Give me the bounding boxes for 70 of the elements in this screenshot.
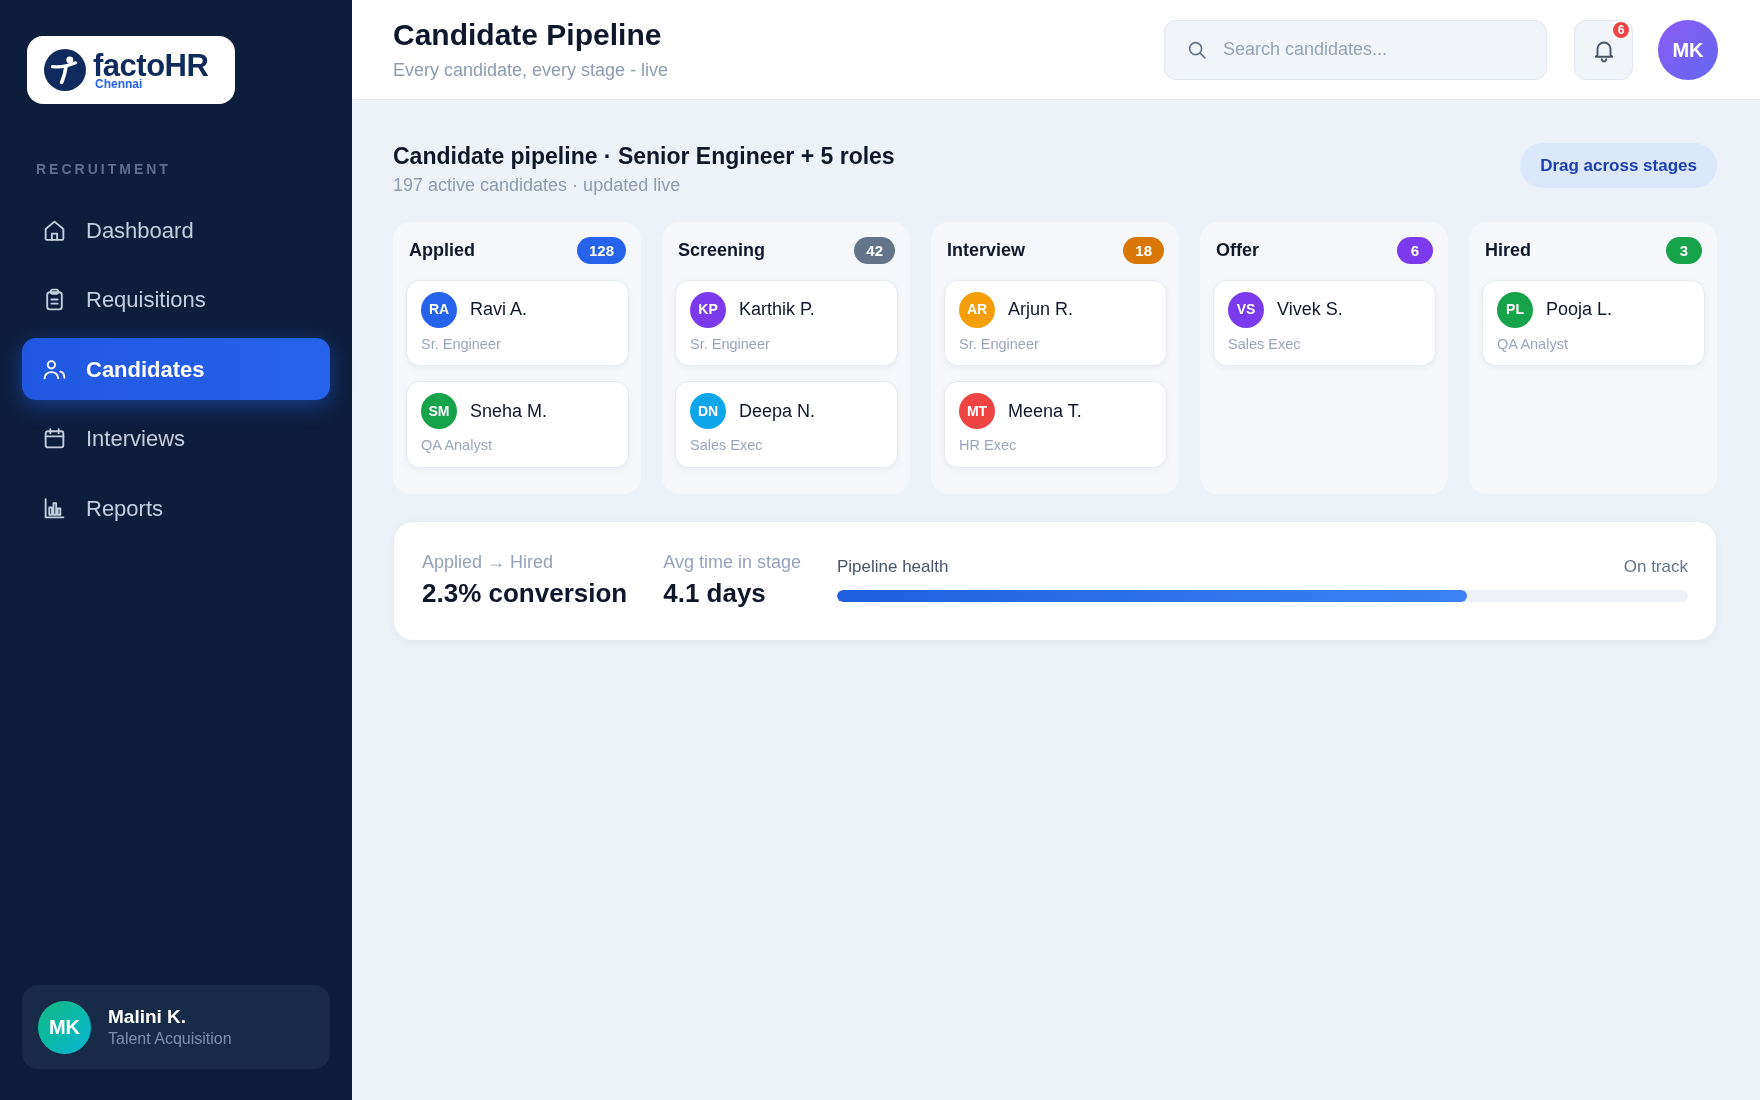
candidate-avatar: SM xyxy=(421,393,457,430)
candidate-card[interactable]: DN Deepa N. Sales Exec xyxy=(675,381,898,468)
stage-count: 128 xyxy=(576,237,626,265)
health-status: On track xyxy=(1623,556,1688,578)
stage-title: Interview xyxy=(947,239,1026,263)
logo-icon xyxy=(44,49,86,91)
stage-title: Offer xyxy=(1216,239,1259,263)
stage-count: 18 xyxy=(1123,237,1164,265)
candidate-role: Sales Exec xyxy=(690,437,764,455)
stage-title: Screening xyxy=(678,239,766,263)
user-name: Malini K. xyxy=(108,1006,188,1029)
stage-count: 6 xyxy=(1397,237,1433,265)
candidate-name: Ravi A. xyxy=(470,298,528,322)
candidate-card[interactable]: RA Ravi A. Sr. Engineer xyxy=(406,280,629,367)
candidate-avatar: RA xyxy=(421,292,457,328)
search-field[interactable]: Search candidates... xyxy=(1164,19,1547,80)
stage-title: Applied xyxy=(409,239,475,263)
user-avatar: MK xyxy=(38,1000,91,1054)
candidate-name: Sneha M. xyxy=(470,399,548,423)
candidate-name: Deepa N. xyxy=(739,399,816,423)
stage-count: 3 xyxy=(1666,237,1702,265)
sidebar-item[interactable]: Dashboard xyxy=(22,199,330,261)
candidate-name: Vivek S. xyxy=(1277,298,1343,322)
stat-value: 2.3% conversion xyxy=(422,577,628,610)
user-role: Talent Acquisition xyxy=(108,1028,232,1048)
sidebar-item[interactable]: Interviews xyxy=(22,407,330,470)
candidate-avatar: DN xyxy=(690,393,726,430)
candidate-card[interactable]: AR Arjun R. Sr. Engineer xyxy=(944,280,1167,367)
candidate-role: Sr. Engineer xyxy=(959,336,1040,354)
stat-label: Avg time in stage xyxy=(663,551,801,574)
stage-count: 42 xyxy=(854,237,895,265)
candidate-avatar: KP xyxy=(690,292,726,328)
candidate-name: Pooja L. xyxy=(1546,298,1613,322)
calendar-icon xyxy=(42,426,67,451)
drag-hint: Drag across stages xyxy=(1520,143,1717,189)
stat-value: 4.1 days xyxy=(663,577,767,610)
candidate-name: Meena T. xyxy=(1008,399,1082,423)
candidate-role: Sr. Engineer xyxy=(690,336,771,354)
page-subtitle: Every candidate, every stage - live xyxy=(393,58,669,82)
profile-avatar[interactable]: MK xyxy=(1658,19,1718,80)
section-subtitle: 197 active candidates · updated live xyxy=(393,173,682,197)
candidate-role: Sales Exec xyxy=(1228,336,1302,354)
candidate-card[interactable]: SM Sneha M. QA Analyst xyxy=(406,381,629,468)
candidate-avatar: MT xyxy=(959,393,995,430)
candidate-name: Arjun R. xyxy=(1008,298,1074,322)
candidate-avatar: AR xyxy=(959,292,995,328)
candidate-role: QA Analyst xyxy=(421,437,493,455)
sidebar-item[interactable]: Requisitions xyxy=(22,268,330,331)
candidate-card[interactable]: VS Vivek S. Sales Exec xyxy=(1213,280,1436,367)
stage-title: Hired xyxy=(1485,239,1531,263)
health-label: Pipeline health xyxy=(836,556,949,578)
section-label: RECRUITMENT xyxy=(36,162,172,176)
candidate-role: Sr. Engineer xyxy=(421,336,502,354)
candidate-card[interactable]: PL Pooja L. QA Analyst xyxy=(1482,280,1705,367)
candidate-card[interactable]: MT Meena T. HR Exec xyxy=(944,381,1167,468)
page-title: Candidate Pipeline xyxy=(393,16,663,53)
candidate-avatar: VS xyxy=(1228,292,1264,328)
logo-location: Chennai xyxy=(95,78,143,90)
candidate-avatar: PL xyxy=(1497,292,1533,328)
sidebar-item[interactable]: Candidates xyxy=(22,338,330,400)
stat-label: Applied → Hired xyxy=(422,551,555,574)
notifications-button[interactable]: 6 xyxy=(1574,19,1633,80)
candidate-name: Karthik P. xyxy=(739,298,815,322)
candidate-role: HR Exec xyxy=(959,437,1018,455)
section-title: Candidate pipeline · Senior Engineer + 5 roles xyxy=(393,143,895,171)
candidate-card[interactable]: KP Karthik P. Sr. Engineer xyxy=(675,280,898,367)
candidate-role: QA Analyst xyxy=(1497,336,1569,354)
notification-count: 6 xyxy=(1611,19,1631,40)
sidebar-item[interactable]: Reports xyxy=(22,477,330,539)
bar-chart-icon xyxy=(42,495,67,521)
